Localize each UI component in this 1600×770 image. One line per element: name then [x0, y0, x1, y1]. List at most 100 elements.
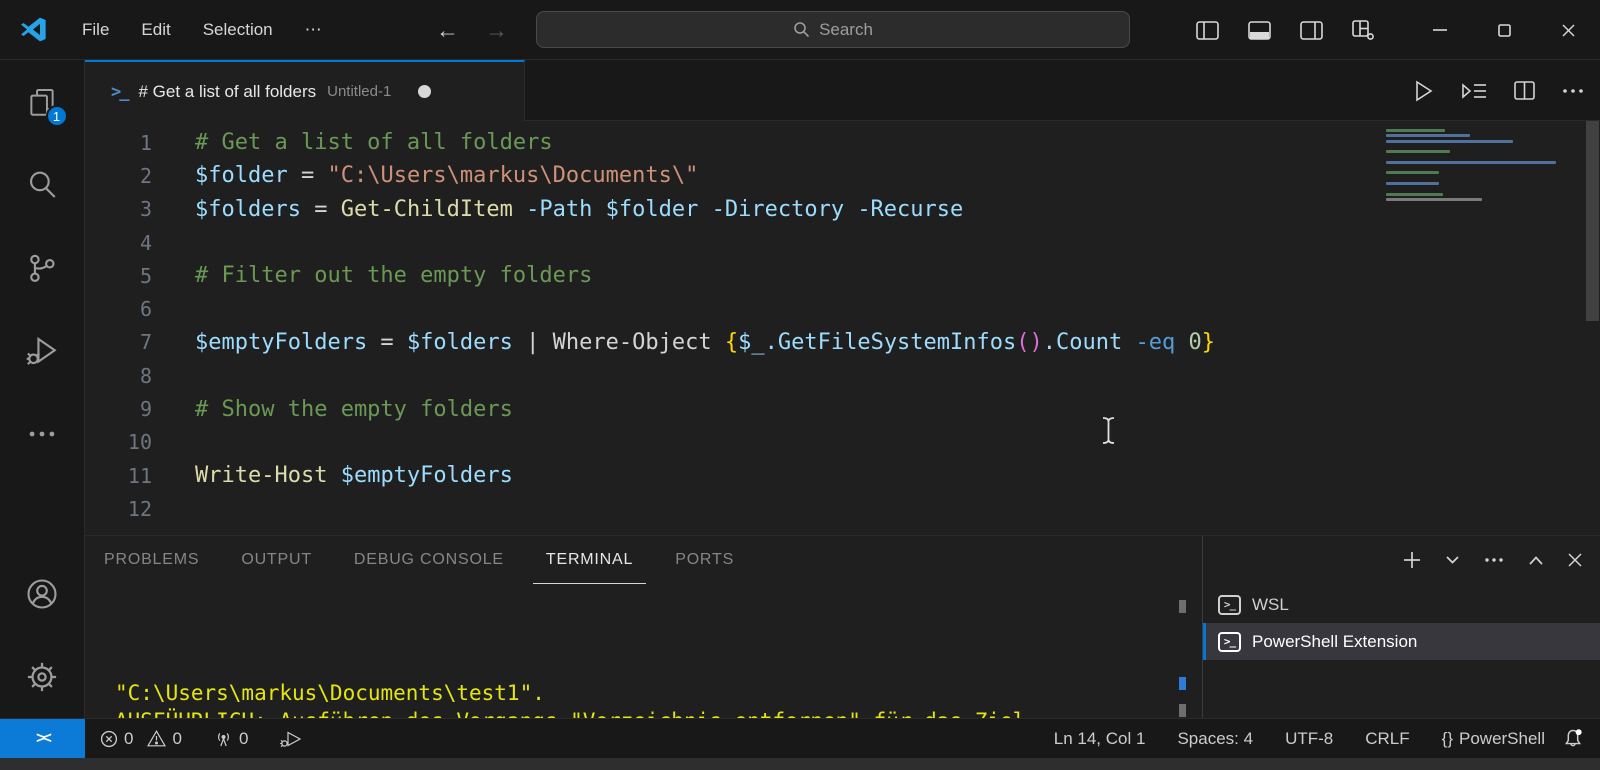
bottom-panel: PROBLEMS OUTPUT DEBUG CONSOLE TERMINAL P…: [85, 535, 1600, 770]
panel-tab[interactable]: OUTPUT: [228, 536, 325, 584]
ruler-marker: [1179, 704, 1186, 717]
line-number: 2: [139, 163, 152, 188]
code-line[interactable]: 2 $folder = "C:\Users\markus\Documents\": [85, 159, 1600, 192]
code-line[interactable]: 4: [85, 226, 1600, 259]
code-line[interactable]: 5 # Filter out the empty folders: [85, 259, 1600, 292]
forward-arrow-icon[interactable]: →: [485, 17, 508, 44]
braces-icon: {}: [1441, 728, 1453, 748]
close-panel-icon[interactable]: [1568, 553, 1582, 567]
source-control-icon[interactable]: [0, 226, 85, 309]
more-views-icon[interactable]: [0, 392, 85, 475]
ports-status[interactable]: 0: [205, 719, 257, 758]
explorer-badge: 1: [45, 105, 68, 127]
menu-selection[interactable]: Selection: [190, 15, 286, 45]
minimap-line: [1386, 160, 1556, 164]
explorer-icon[interactable]: 1: [0, 60, 85, 143]
panel-tab[interactable]: PROBLEMS: [91, 536, 212, 584]
code-line[interactable]: 6: [85, 292, 1600, 325]
line-number: 10: [127, 430, 152, 455]
search-sidebar-icon[interactable]: [0, 143, 85, 226]
code-line[interactable]: 1 # Get a list of all folders: [85, 126, 1600, 159]
cursor-position[interactable]: Ln 14, Col 1: [1045, 719, 1155, 758]
terminal-tab-item[interactable]: WSL: [1203, 586, 1600, 623]
minimap[interactable]: [1386, 129, 1556, 203]
tab-secondary-label: Untitled-1: [327, 83, 392, 100]
line-number: 12: [127, 496, 152, 521]
minimap-line: [1386, 192, 1443, 196]
line-number: 7: [139, 330, 152, 355]
minimap-line: [1386, 171, 1439, 175]
minimize-button[interactable]: [1408, 0, 1472, 60]
maximize-panel-icon[interactable]: [1529, 555, 1543, 565]
vscode-logo-icon: [20, 16, 47, 43]
debug-alt-icon: [280, 730, 302, 748]
window-bottom-edge: [0, 758, 1600, 770]
new-terminal-button[interactable]: [1403, 551, 1421, 569]
code-area[interactable]: 1 # Get a list of all folders 2 $folder …: [85, 126, 1600, 526]
remote-indicator[interactable]: ><: [0, 719, 85, 758]
run-file-button[interactable]: [1414, 80, 1434, 102]
run-selection-button[interactable]: [1461, 81, 1487, 101]
minimap-line: [1386, 129, 1445, 132]
warning-icon: [147, 730, 167, 747]
menu-bar: File Edit Selection ⋯: [69, 15, 335, 45]
error-icon: [100, 730, 118, 748]
terminal-overview-ruler: [1179, 536, 1187, 719]
ruler-marker: [1179, 600, 1186, 613]
panel-tab[interactable]: TERMINAL: [532, 536, 647, 584]
toggle-panel-icon[interactable]: [1244, 17, 1275, 44]
activity-bar: 1: [0, 60, 85, 718]
problems-status[interactable]: 0 0: [91, 719, 191, 758]
code-line[interactable]: 9 # Show the empty folders: [85, 392, 1600, 425]
code-line[interactable]: 10: [85, 426, 1600, 459]
terminal-icon: [1218, 631, 1241, 652]
panel-tab[interactable]: DEBUG CONSOLE: [341, 536, 517, 584]
notifications-bell[interactable]: [1554, 719, 1592, 758]
panel-more-actions-button[interactable]: [1484, 557, 1504, 563]
back-arrow-icon[interactable]: ←: [436, 17, 459, 44]
indentation-setting[interactable]: Spaces: 4: [1168, 719, 1262, 758]
code-line[interactable]: 8: [85, 359, 1600, 392]
status-bar: >< 0 0 0 Ln 14, Col 1 Spaces: 4 UTF-8 CR…: [0, 718, 1600, 758]
terminal-icon: [1218, 594, 1241, 615]
account-icon[interactable]: [0, 552, 85, 635]
menu-file[interactable]: File: [69, 15, 122, 45]
code-editor[interactable]: 1 # Get a list of all folders 2 $folder …: [85, 121, 1600, 535]
panel-tab[interactable]: PORTS: [662, 536, 747, 584]
close-window-button[interactable]: [1536, 0, 1600, 60]
code-line[interactable]: 3 $folders = Get-ChildItem -Path $folder…: [85, 193, 1600, 226]
toggle-secondary-sidebar-icon[interactable]: [1296, 17, 1327, 44]
debug-status[interactable]: [271, 719, 311, 758]
customize-layout-icon[interactable]: [1348, 16, 1378, 44]
toggle-primary-sidebar-icon[interactable]: [1192, 17, 1223, 44]
editor-scrollbar[interactable]: [1585, 121, 1600, 535]
line-number: 6: [139, 297, 152, 322]
maximize-button[interactable]: [1472, 0, 1536, 60]
minimap-line: [1386, 134, 1470, 138]
editor-tab[interactable]: >_ # Get a list of all folders Untitled-…: [85, 60, 525, 121]
editor-more-actions-button[interactable]: [1562, 88, 1584, 94]
search-input[interactable]: Search: [536, 11, 1130, 48]
language-mode[interactable]: {} PowerShell: [1433, 719, 1554, 758]
terminal-tab-item[interactable]: PowerShell Extension: [1203, 623, 1600, 660]
settings-gear-icon[interactable]: [0, 635, 85, 718]
search-placeholder: Search: [819, 19, 873, 39]
search-icon: [793, 21, 810, 38]
terminal-profile-dropdown-icon[interactable]: [1446, 556, 1459, 564]
menu-more[interactable]: ⋯: [292, 15, 335, 45]
run-and-debug-icon[interactable]: [0, 309, 85, 392]
code-line[interactable]: 7 $emptyFolders = $folders | Where-Objec…: [85, 326, 1600, 359]
line-number: 1: [139, 130, 152, 155]
code-line[interactable]: 11 Write-Host $emptyFolders: [85, 459, 1600, 492]
unsaved-changes-dot[interactable]: [418, 85, 432, 98]
line-number: 5: [139, 263, 152, 288]
code-line[interactable]: 12: [85, 492, 1600, 525]
minimap-line: [1386, 197, 1482, 201]
menu-edit[interactable]: Edit: [128, 15, 183, 45]
eol-setting[interactable]: CRLF: [1356, 719, 1418, 758]
scrollbar-thumb[interactable]: [1586, 121, 1599, 321]
line-number: 3: [139, 197, 152, 222]
line-number: 8: [139, 363, 152, 388]
split-editor-button[interactable]: [1514, 81, 1535, 100]
encoding-setting[interactable]: UTF-8: [1276, 719, 1342, 758]
